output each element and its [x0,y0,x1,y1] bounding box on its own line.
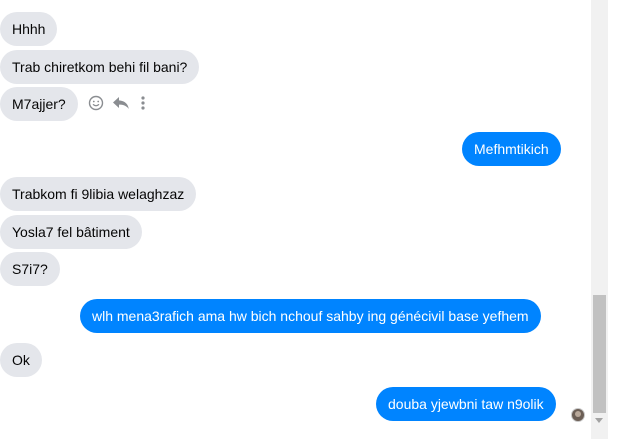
incoming-message-bubble[interactable]: M7ajjer? [0,87,78,121]
incoming-message-bubble[interactable]: S7i7? [0,252,60,286]
incoming-message-bubble[interactable]: Ok [0,343,42,377]
emoji-react-icon[interactable] [88,95,104,111]
outgoing-message-bubble[interactable]: Mefhmtikich [462,132,561,166]
message-actions [88,94,148,112]
incoming-message-bubble[interactable]: Hhhh [0,12,58,46]
right-gutter [608,0,624,439]
incoming-message-bubble[interactable]: Trab chiretkom behi fil bani? [0,50,200,84]
seen-avatar [571,408,585,422]
incoming-message-bubble[interactable]: Trabkom fi 9libia welaghzaz [0,177,197,211]
outgoing-message-bubble[interactable]: wlh mena3rafich ama hw bich nchouf sahby… [80,299,541,333]
more-options-icon[interactable] [138,95,148,111]
vertical-scrollbar[interactable] [591,0,608,439]
reply-icon[interactable] [112,95,130,111]
outgoing-message-bubble[interactable]: douba yjewbni taw n9olik [376,387,556,421]
message-thread: Hhhh Trab chiretkom behi fil bani? M7ajj… [0,0,591,439]
incoming-message-bubble[interactable]: Yosla7 fel bâtiment [0,215,142,249]
scroll-down-arrow-icon[interactable] [595,418,603,423]
scrollbar-thumb[interactable] [593,295,606,413]
